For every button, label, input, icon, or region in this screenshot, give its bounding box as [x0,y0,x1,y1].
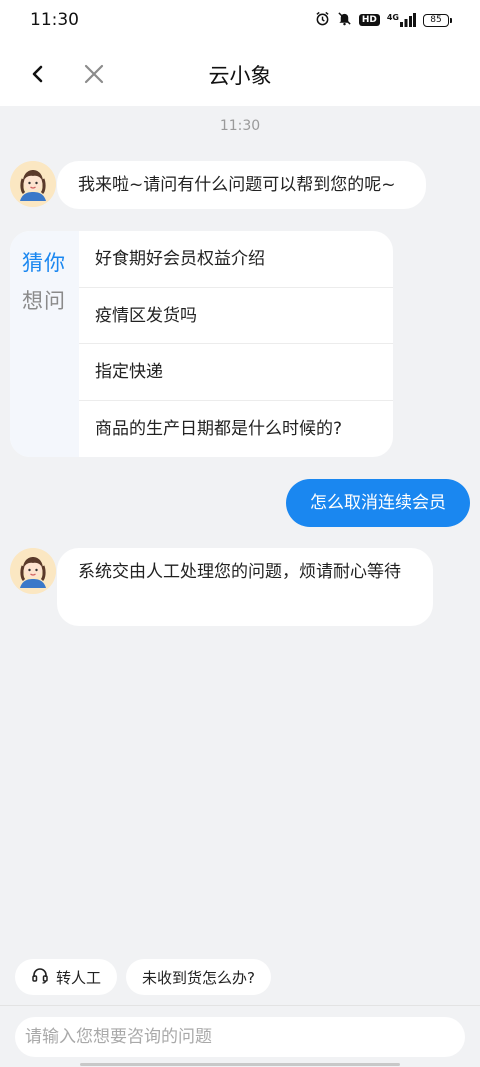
hd-badge: HD [358,14,380,26]
bot-avatar [10,161,56,207]
nav-bar: 云小象 [0,42,480,106]
battery-icon: 85 [423,13,452,27]
status-bar: 11:30 HD 4G 85 [0,0,480,42]
signal-icon: 4G [387,13,416,27]
signal-label: 4G [386,13,399,22]
guess-title-line2: 想问 [22,289,66,313]
guess-question-list: 好食期好会员权益介绍 疫情区发货吗 指定快递 商品的生产日期都是什么时候的? [79,231,393,457]
guess-question-item[interactable]: 好食期好会员权益介绍 [79,231,393,288]
user-message-text: 怎么取消连续会员 [310,493,446,513]
headset-icon [31,966,49,988]
status-time: 11:30 [30,10,79,30]
home-indicator[interactable] [80,1063,400,1066]
quick-reply-row: 转人工 未收到货怎么办? [15,959,271,995]
guess-question-item[interactable]: 商品的生产日期都是什么时候的? [79,401,393,458]
bot-message-text: 系统交由人工处理您的问题，烦请耐心等待 [78,562,401,582]
guess-side-panel: 猜你 想问 [10,231,79,457]
guess-questions-card: 猜你 想问 好食期好会员权益介绍 疫情区发货吗 指定快递 商品的生产日期都是什么… [10,231,393,457]
agent-avatar-icon [10,161,56,207]
bot-message-bubble: 我来啦~请问有什么问题可以帮到您的呢~ [57,161,426,209]
not-received-button[interactable]: 未收到货怎么办? [126,959,271,995]
bot-message-bubble: 系统交由人工处理您的问题，烦请耐心等待 [57,548,433,626]
guess-question-item[interactable]: 疫情区发货吗 [79,288,393,344]
mute-bell-icon [337,11,352,29]
agent-avatar-icon [10,548,56,594]
guess-question-item[interactable]: 指定快递 [79,344,393,401]
bot-avatar [10,548,56,594]
transfer-human-button[interactable]: 转人工 [15,959,118,995]
transfer-human-label: 转人工 [56,968,102,987]
message-input[interactable] [15,1017,465,1057]
user-message-bubble: 怎么取消连续会员 [286,479,470,527]
guess-title-line1: 猜你 [22,251,66,275]
page-title: 云小象 [208,64,272,88]
battery-level: 85 [423,13,449,27]
chat-timestamp: 11:30 [219,118,261,134]
not-received-label: 未收到货怎么办? [142,968,255,987]
bot-message-text: 我来啦~请问有什么问题可以帮到您的呢~ [78,175,396,195]
alarm-icon [315,11,330,29]
status-icons: HD 4G 85 [315,11,452,29]
input-area [0,1005,480,1067]
